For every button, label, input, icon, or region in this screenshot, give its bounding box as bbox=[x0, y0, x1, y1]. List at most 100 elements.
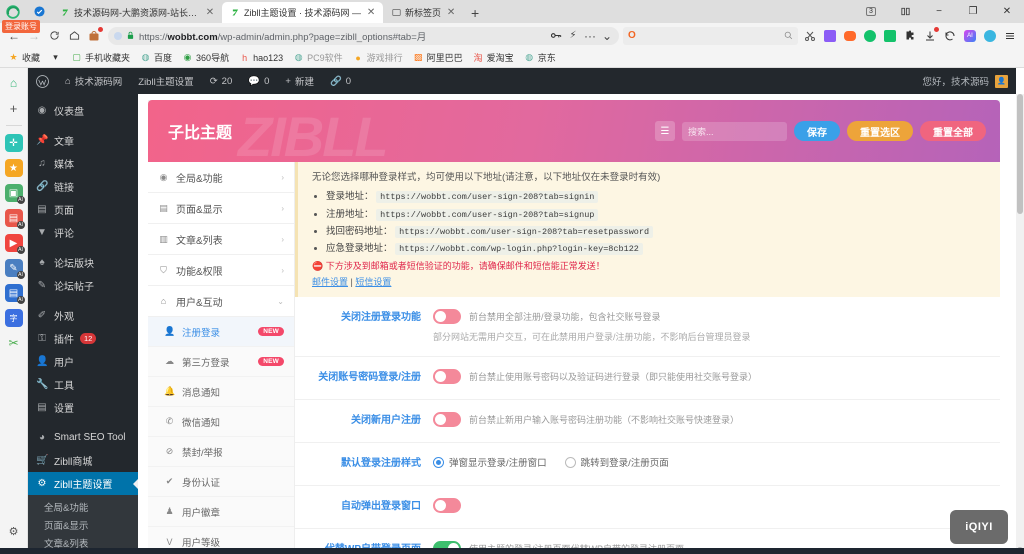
settings-gear-icon[interactable]: ⚙ bbox=[4, 522, 23, 540]
doc-tool-icon[interactable]: ▤ AI bbox=[4, 284, 25, 304]
copilot-icon[interactable]: AI bbox=[960, 26, 980, 46]
shopping-bag-icon[interactable] bbox=[84, 26, 104, 46]
close-icon[interactable]: ✕ bbox=[204, 7, 216, 18]
zibll-subnav-identity-verify[interactable]: ✔ 身份认证 bbox=[148, 467, 294, 497]
bookmark-item-4[interactable]: h hao123 bbox=[235, 52, 287, 63]
key-icon[interactable] bbox=[550, 26, 563, 46]
close-window-button[interactable]: ✕ bbox=[990, 0, 1024, 23]
sidebar-item-tools[interactable]: 🔧 工具 bbox=[28, 373, 138, 396]
zibll-subnav-wechat-notify[interactable]: ✆ 微信通知 bbox=[148, 407, 294, 437]
search-icon[interactable] bbox=[784, 27, 793, 45]
sidebar-item-settings[interactable]: ▤ 设置 bbox=[28, 396, 138, 419]
video-tool-icon[interactable]: ▶ AI bbox=[4, 234, 25, 254]
browser-tab-0[interactable]: 技术源码网-大鹏资源网-站长源码 ✕ bbox=[52, 2, 222, 23]
add-icon[interactable]: + bbox=[4, 99, 23, 117]
zibll-nav-posts[interactable]: ▥ 文章&列表 › bbox=[148, 224, 294, 255]
zibll-subnav-user-level[interactable]: V 用户等级 bbox=[148, 527, 294, 550]
search-input[interactable] bbox=[640, 31, 780, 41]
scrollbar-thumb[interactable] bbox=[1017, 94, 1023, 214]
zibll-subnav-register-login[interactable]: 👤 注册登录 NEW bbox=[148, 317, 294, 347]
browser-tab-1[interactable]: Zibll主题设置 · 技术源码网 — ✕ bbox=[222, 2, 384, 23]
bookmark-item-3[interactable]: ◉ 360导航 bbox=[178, 51, 233, 64]
sidebar-item-appearance[interactable]: ✐ 外观 bbox=[28, 304, 138, 327]
toggle-disable-password-login[interactable] bbox=[433, 369, 461, 385]
green-square-icon[interactable] bbox=[880, 26, 900, 46]
save-button[interactable]: 保存 bbox=[794, 121, 840, 141]
zibll-subnav-notifications[interactable]: 🔔 消息通知 bbox=[148, 377, 294, 407]
menu-icon[interactable] bbox=[1000, 26, 1020, 46]
wp-new-button[interactable]: + 新建 bbox=[277, 68, 322, 94]
avatar[interactable]: 👤 bbox=[995, 74, 1008, 88]
sync-icon[interactable] bbox=[980, 26, 1000, 46]
game-controller-icon[interactable] bbox=[840, 26, 860, 46]
sidebar-subitem-pages[interactable]: 页面&显示 bbox=[28, 516, 138, 534]
sidebar-item-users[interactable]: 👤 用户 bbox=[28, 350, 138, 373]
collections-icon[interactable] bbox=[888, 0, 922, 23]
bookmark-item-5[interactable]: ◍ PC9软件 bbox=[289, 51, 347, 64]
toggle-disable-new-user-register[interactable] bbox=[433, 412, 461, 428]
bookmark-item-6[interactable]: ● 游戏排行 bbox=[349, 51, 407, 64]
sidebar-item-smart-seo-tool[interactable]: ◕ Smart SEO Tool bbox=[28, 426, 138, 449]
zibll-nav-global[interactable]: ◉ 全局&功能 › bbox=[148, 162, 294, 193]
list-icon[interactable]: ☰ bbox=[655, 121, 675, 141]
purple-book-icon[interactable] bbox=[820, 26, 840, 46]
home-button[interactable] bbox=[64, 26, 84, 46]
iqiyi-widget[interactable]: iQIYI bbox=[950, 510, 1008, 544]
notice-url-value[interactable]: https://wobbt.com/user-sign-208?tab=sign… bbox=[376, 191, 599, 204]
translate-icon[interactable]: 字 bbox=[4, 309, 23, 327]
wp-site-name[interactable]: ⌂ 技术源码网 bbox=[57, 68, 130, 94]
sidebar-item-media[interactable]: ♫ 媒体 bbox=[28, 152, 138, 175]
sidebar-item-dashboard[interactable]: ◉ 仪表盘 bbox=[28, 99, 138, 122]
edit-tool-icon[interactable]: ✎ AI bbox=[4, 259, 25, 279]
sidebar-item-plugins[interactable]: ⚿ 插件 12 bbox=[28, 327, 138, 350]
downloads-icon[interactable] bbox=[920, 26, 940, 46]
wp-current-page[interactable]: Zibll主题设置 bbox=[130, 68, 201, 94]
zibll-subnav-third-party-login[interactable]: ☁ 第三方登录 NEW bbox=[148, 347, 294, 377]
bookmark-item-7[interactable]: ▨ 阿里巴巴 bbox=[409, 51, 467, 64]
radio-page-login[interactable]: 跳转到登录/注册页面 bbox=[564, 455, 669, 469]
maximize-button[interactable]: ❐ bbox=[956, 0, 990, 23]
pdf-tool-icon[interactable]: ▤ AI bbox=[4, 209, 25, 229]
reload-button[interactable] bbox=[44, 26, 64, 46]
image-tool-icon[interactable]: ▣ AI bbox=[4, 184, 25, 204]
new-tab-button[interactable]: + bbox=[463, 5, 487, 23]
zibll-nav-users[interactable]: ⌂ 用户&互动 ⌄ bbox=[148, 286, 294, 317]
wp-account-menu[interactable]: 您好，技术源码 👤 bbox=[922, 74, 1016, 88]
bookmark-item-2[interactable]: ◍ 百度 bbox=[136, 51, 176, 64]
sidebar-item-zibll-shop[interactable]: 🛒 Zibll商城 bbox=[28, 449, 138, 472]
search-box[interactable]: O bbox=[623, 26, 798, 45]
bookmark-item-8[interactable]: 淘 爱淘宝 bbox=[469, 51, 518, 64]
reset-all-button[interactable]: 重置全部 bbox=[920, 121, 986, 141]
close-icon[interactable]: ✕ bbox=[445, 7, 457, 18]
toggle-auto-popup-login[interactable] bbox=[433, 498, 461, 514]
notice-url-value[interactable]: https://wobbt.com/wp-login.php?login-key… bbox=[395, 243, 643, 255]
zibll-search-input[interactable]: 搜索... bbox=[682, 121, 787, 141]
wordpress-logo-icon[interactable] bbox=[28, 68, 57, 94]
sidebar-item-comments[interactable]: ▼ 评论 bbox=[28, 221, 138, 244]
home-icon[interactable]: ⌂ bbox=[4, 74, 23, 92]
favorites-star-icon[interactable]: ★ bbox=[4, 159, 23, 177]
notice-url-value[interactable]: https://wobbt.com/user-sign-208?tab=sign… bbox=[376, 208, 599, 221]
sidebar-item-links[interactable]: 🔗 链接 bbox=[28, 175, 138, 198]
sidebar-item-pages[interactable]: ▤ 页面 bbox=[28, 198, 138, 221]
minimize-button[interactable]: − bbox=[922, 0, 956, 23]
shield-green-icon[interactable] bbox=[860, 26, 880, 46]
notice-url-value[interactable]: https://wobbt.com/user-sign-208?tab=rese… bbox=[395, 225, 654, 238]
radio-popup-login[interactable]: 弹窗显示登录/注册窗口 bbox=[433, 455, 547, 469]
bookmark-chevron[interactable]: ▾ bbox=[46, 52, 65, 63]
sidebar-item-posts[interactable]: 📌 文章 bbox=[28, 129, 138, 152]
extensions-icon[interactable] bbox=[900, 26, 920, 46]
lightning-icon[interactable]: ⚡ bbox=[567, 26, 579, 46]
screenshot-scissors-icon[interactable]: ✂ bbox=[4, 334, 23, 352]
scissors-icon[interactable] bbox=[800, 26, 820, 46]
sms-settings-link[interactable]: 短信设置 bbox=[355, 277, 391, 287]
zibll-nav-pages[interactable]: ▤ 页面&显示 › bbox=[148, 193, 294, 224]
close-icon[interactable]: ✕ bbox=[365, 7, 377, 18]
more-options-icon[interactable]: ··· bbox=[583, 26, 597, 46]
zibll-subnav-user-badge[interactable]: ♟ 用户徽章 bbox=[148, 497, 294, 527]
zibll-subnav-ban-report[interactable]: ⊘ 禁封/举报 bbox=[148, 437, 294, 467]
address-bar[interactable]: https://wobbt.com/wp-admin/admin.php?pag… bbox=[108, 26, 619, 46]
bookmark-item-1[interactable]: ▢ 手机收藏夹 bbox=[67, 51, 134, 64]
bookmark-item-9[interactable]: ◍ 京东 bbox=[520, 51, 560, 64]
sidebar-item-forum-posts[interactable]: ✎ 论坛帖子 bbox=[28, 274, 138, 297]
